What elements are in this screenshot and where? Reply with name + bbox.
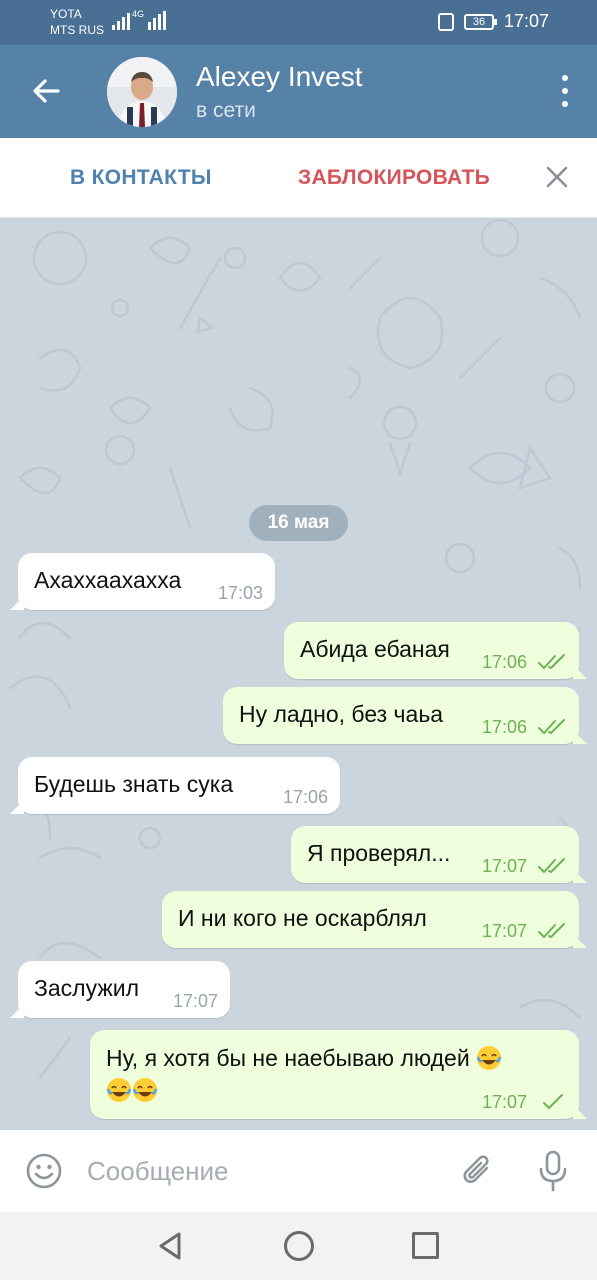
message-outgoing[interactable]: Ну, я хотя бы не наебываю людей 17:07 bbox=[90, 1030, 587, 1119]
message-text: Ну ладно, без чаьа bbox=[239, 701, 444, 727]
more-menu-icon[interactable] bbox=[561, 75, 569, 107]
laughing-emoji-icon bbox=[476, 1046, 502, 1070]
carrier-2: MTS RUS bbox=[50, 23, 104, 37]
laughing-emoji-icon bbox=[106, 1078, 132, 1102]
message-text: Будешь знать сука bbox=[34, 771, 234, 797]
vibrate-icon bbox=[437, 12, 454, 31]
date-separator: 16 мая bbox=[249, 505, 348, 541]
avatar[interactable] bbox=[107, 57, 177, 127]
carrier-1: YOTA bbox=[50, 7, 82, 21]
laughing-emoji-icon bbox=[132, 1078, 158, 1102]
message-text: Заслужил bbox=[34, 975, 140, 1001]
nav-back-icon[interactable] bbox=[155, 1230, 187, 1262]
status-bar: YOTA MTS RUS 4G 36 17:07 bbox=[0, 0, 597, 45]
attach-icon[interactable] bbox=[458, 1151, 498, 1191]
online-status: в сети bbox=[196, 99, 256, 122]
close-icon[interactable] bbox=[545, 165, 569, 189]
nav-home-icon[interactable] bbox=[284, 1231, 314, 1261]
network-type: 4G bbox=[132, 9, 145, 19]
back-arrow-icon[interactable] bbox=[26, 71, 66, 111]
message-text-content: Ну, я хотя бы не наебываю людей bbox=[106, 1045, 470, 1071]
clock: 17:07 bbox=[503, 11, 549, 31]
block-button[interactable]: ЗАБЛОКИРОВАТЬ bbox=[298, 166, 490, 190]
message-time: 17:06 bbox=[481, 717, 527, 737]
microphone-icon[interactable] bbox=[535, 1149, 571, 1193]
message-input[interactable]: Сообщение bbox=[87, 1156, 229, 1187]
message-text: Абида ебаная bbox=[300, 636, 450, 662]
system-nav-bar bbox=[0, 1212, 597, 1280]
message-incoming[interactable]: Ахаххаахахха 17:03 bbox=[10, 553, 275, 610]
message-time: 17:03 bbox=[217, 583, 263, 603]
signal-icon: 4G bbox=[112, 10, 166, 30]
message-text: Я проверял... bbox=[307, 840, 451, 866]
message-outgoing[interactable]: И ни кого не оскарблял 17:07 bbox=[162, 891, 587, 948]
chat-header: Alexey Invest в сети bbox=[0, 45, 597, 138]
contact-action-bar: В КОНТАКТЫ ЗАБЛОКИРОВАТЬ bbox=[0, 138, 597, 218]
message-text: Ну, я хотя бы не наебываю людей bbox=[106, 1042, 502, 1106]
nav-recents-icon[interactable] bbox=[412, 1232, 439, 1259]
single-check-icon bbox=[543, 1094, 563, 1109]
message-time: 17:07 bbox=[172, 991, 218, 1011]
message-text: И ни кого не оскарблял bbox=[178, 905, 427, 931]
message-incoming[interactable]: Будешь знать сука 17:06 bbox=[10, 757, 340, 814]
double-check-icon bbox=[538, 923, 565, 938]
double-check-icon bbox=[538, 858, 565, 873]
double-check-icon bbox=[538, 719, 565, 734]
message-text: Ахаххаахахха bbox=[34, 567, 182, 593]
message-time: 17:06 bbox=[282, 787, 328, 807]
message-outgoing[interactable]: Ну ладно, без чаьа 17:06 bbox=[223, 687, 587, 744]
avatar-photo-icon bbox=[107, 57, 177, 127]
emoji-icon[interactable] bbox=[24, 1151, 64, 1191]
double-check-icon bbox=[538, 654, 565, 669]
message-time: 17:07 bbox=[481, 1092, 527, 1112]
message-time: 17:06 bbox=[481, 652, 527, 672]
message-incoming[interactable]: Заслужил 17:07 bbox=[10, 961, 230, 1018]
add-to-contacts-button[interactable]: В КОНТАКТЫ bbox=[70, 166, 212, 190]
battery-icon: 36 bbox=[463, 13, 497, 30]
composer: Сообщение bbox=[0, 1130, 597, 1212]
message-time: 17:07 bbox=[481, 856, 527, 876]
contact-name[interactable]: Alexey Invest bbox=[196, 61, 363, 93]
message-outgoing[interactable]: Я проверял... 17:07 bbox=[291, 826, 587, 883]
message-time: 17:07 bbox=[481, 921, 527, 941]
message-outgoing[interactable]: Абида ебаная 17:06 bbox=[284, 622, 587, 679]
message-list[interactable]: 16 мая Ахаххаахахха 17:03 Абида ебаная 1… bbox=[0, 218, 597, 1130]
carrier-info: YOTA MTS RUS bbox=[50, 6, 104, 38]
